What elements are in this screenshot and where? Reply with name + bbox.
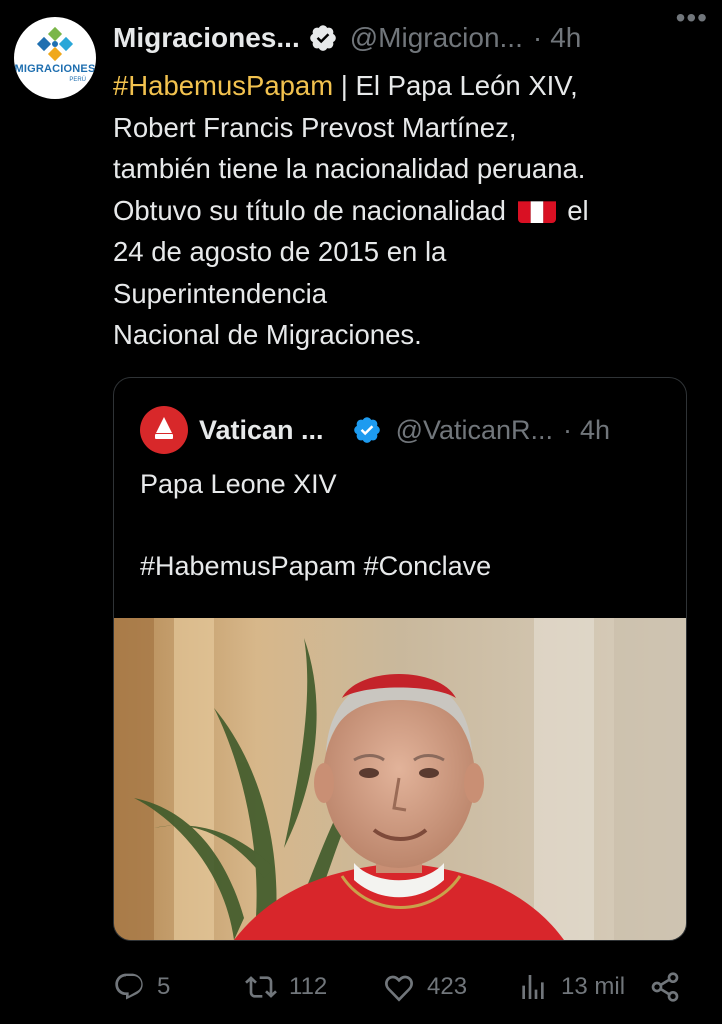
tweet-header: Migraciones... @Migracion... · 4h	[113, 18, 713, 58]
body-line-4: Obtuvo su título de nacionalidad	[113, 194, 506, 226]
body-line-2: Robert Francis Prevost Martínez,	[113, 111, 517, 143]
more-options-icon[interactable]: •••	[676, 0, 708, 36]
quote-header: Vatican ... @VaticanR... · 4h	[199, 406, 610, 454]
reply-icon	[115, 973, 143, 1000]
quote-text: Papa Leone XIV #HabemusPapam #Conclave	[140, 464, 660, 587]
author-handle[interactable]: @Migracion...	[350, 22, 523, 54]
body-line-7: Nacional de Migraciones.	[113, 319, 422, 350]
author-name[interactable]: Migraciones...	[113, 22, 300, 54]
heart-icon	[385, 975, 413, 1002]
body-line-1: | El Papa León XIV,	[333, 70, 578, 101]
views-count: 13 mil	[561, 973, 626, 1000]
quote-time[interactable]: 4h	[580, 415, 610, 446]
avatar-logo-sub: PERÚ	[69, 77, 86, 83]
quote-photo[interactable]	[114, 618, 686, 940]
share-icon	[651, 972, 679, 1002]
quote-text-line-1: Papa Leone XIV	[140, 469, 337, 499]
body-line-4-end: el	[567, 194, 589, 226]
like-count: 423	[427, 973, 468, 1000]
reply-button[interactable]: 5	[113, 962, 170, 1012]
author-avatar[interactable]: MIGRACIONES PERÚ	[14, 17, 96, 99]
verified-badge-icon	[309, 25, 336, 51]
tweet-actions: 5 112 423 13 mil	[113, 962, 693, 1012]
quote-hashtags[interactable]: #HabemusPapam #Conclave	[140, 546, 660, 587]
reply-count: 5	[157, 973, 171, 1000]
peru-flag-icon	[517, 197, 556, 223]
body-line-3: también tiene la nacionalidad peruana.	[113, 153, 586, 184]
tweet[interactable]: MIGRACIONES PERÚ Migraciones... @Migraci…	[0, 0, 722, 1024]
migraciones-logo-icon	[36, 26, 74, 62]
share-button[interactable]	[649, 962, 681, 1012]
analytics-icon	[522, 975, 544, 999]
repost-icon	[245, 976, 277, 998]
views-button[interactable]: 13 mil	[517, 962, 625, 1012]
separator-dot: ·	[563, 414, 573, 445]
quote-author-avatar[interactable]	[140, 406, 188, 454]
body-line-6: Superintendencia	[113, 277, 328, 309]
quoted-tweet[interactable]: Vatican ... @VaticanR... · 4h Papa Leone…	[113, 377, 687, 941]
pope-portrait-image	[114, 618, 686, 940]
tweet-text: #HabemusPapam | El Papa León XIV, Robert…	[113, 65, 693, 356]
vatican-logo-icon	[155, 417, 173, 439]
quote-author-name[interactable]: Vatican ...	[199, 415, 324, 446]
separator-dot: ·	[532, 22, 543, 53]
tweet-time[interactable]: 4h	[550, 22, 581, 54]
avatar-logo-text: MIGRACIONES	[14, 63, 96, 75]
verified-badge-icon	[353, 417, 380, 443]
body-line-5: 24 de agosto de 2015 en la	[113, 236, 447, 267]
repost-button[interactable]: 112	[245, 962, 327, 1012]
like-button[interactable]: 423	[383, 962, 467, 1012]
quote-author-handle[interactable]: @VaticanR...	[396, 415, 553, 446]
repost-count: 112	[289, 973, 328, 1000]
hashtag-link[interactable]: #HabemusPapam	[113, 70, 333, 101]
